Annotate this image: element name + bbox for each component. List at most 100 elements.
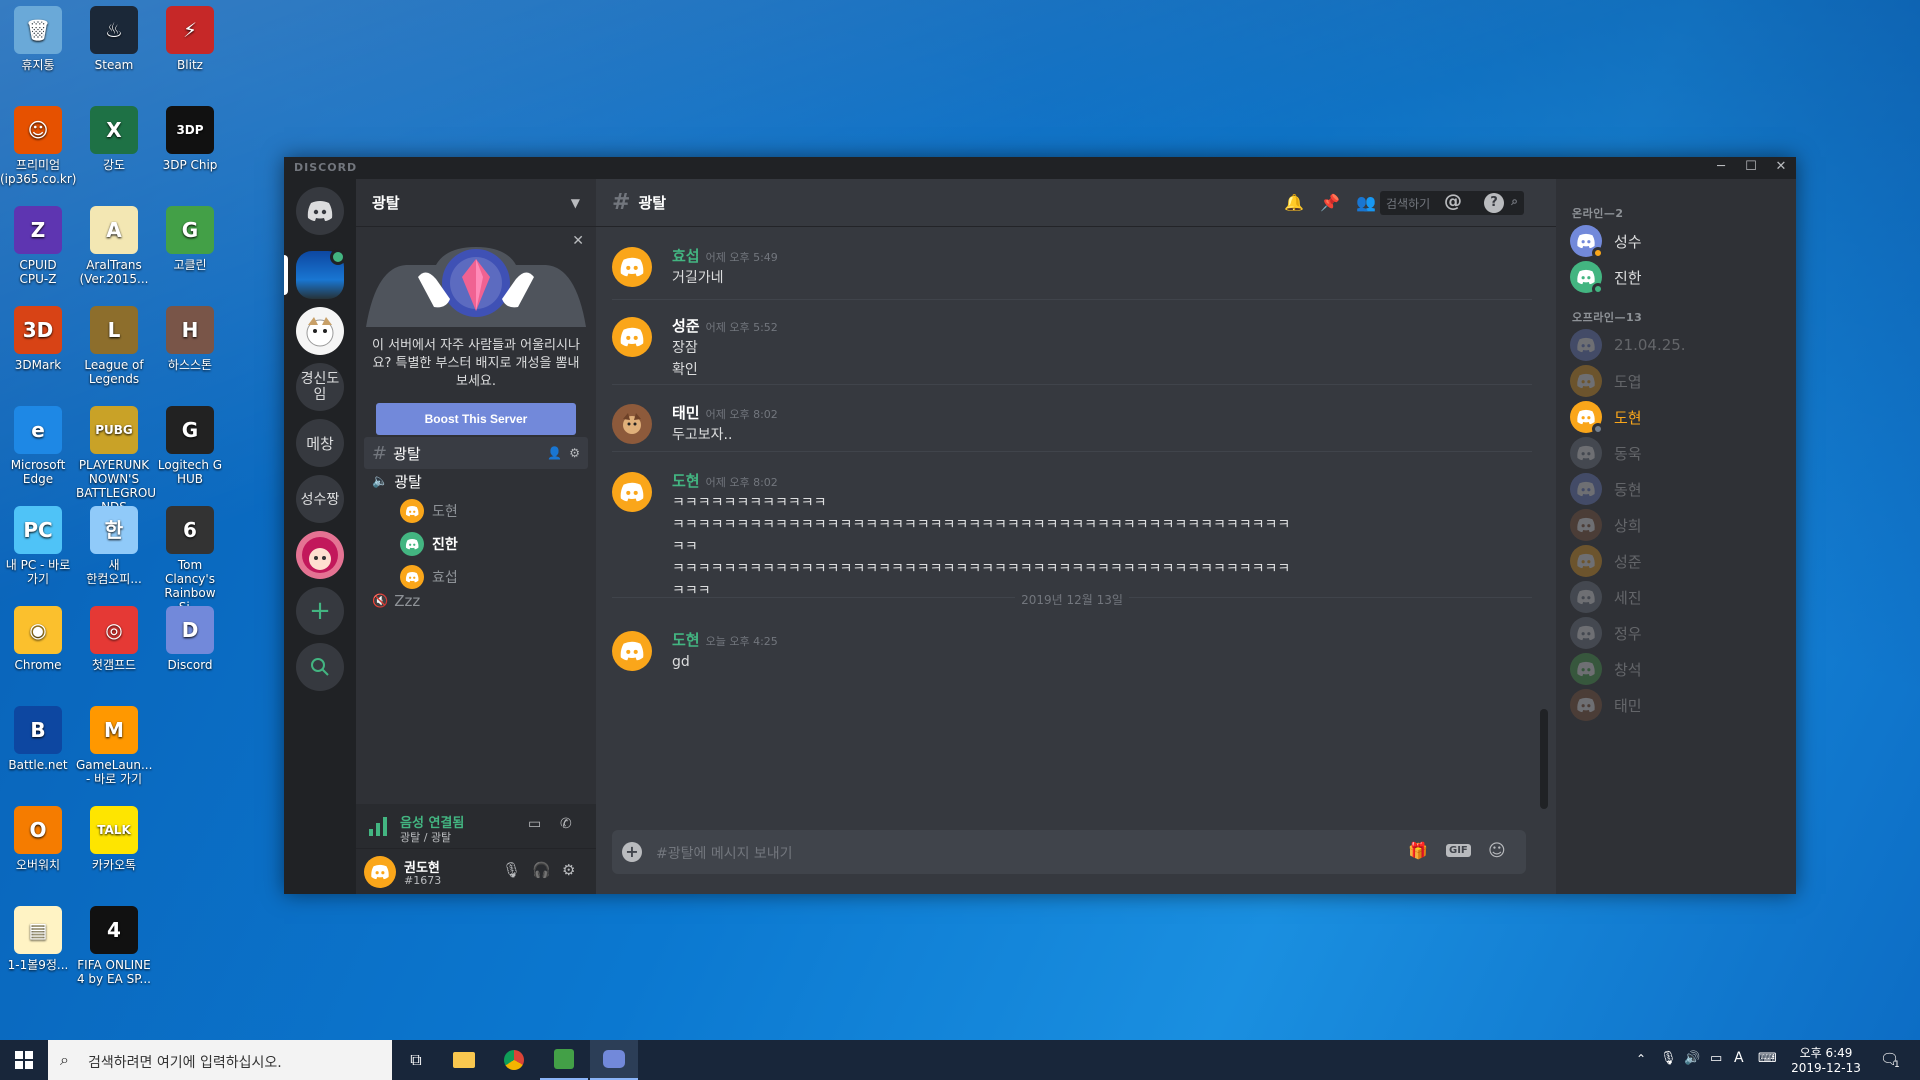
- desktop-icon[interactable]: TALK 카카오톡: [76, 806, 152, 872]
- start-button[interactable]: [0, 1040, 48, 1080]
- emoji-icon[interactable]: ☺: [1488, 841, 1506, 861]
- settings-gear-icon[interactable]: ⚙: [562, 861, 575, 879]
- message-author[interactable]: 효섭: [672, 247, 700, 265]
- voice-channel[interactable]: 🔈 광탈: [364, 465, 588, 497]
- network-icon[interactable]: ▭: [1710, 1051, 1722, 1066]
- upload-icon[interactable]: +: [622, 842, 642, 862]
- avatar[interactable]: [612, 247, 652, 287]
- server-icon-character[interactable]: [296, 307, 344, 355]
- gift-icon[interactable]: 🎁: [1408, 841, 1428, 860]
- desktop-icon[interactable]: H 하스스톤: [152, 306, 228, 372]
- server-icon-current[interactable]: [296, 249, 346, 299]
- avatar[interactable]: [612, 317, 652, 357]
- message-author[interactable]: 태민: [672, 404, 700, 422]
- avatar[interactable]: [364, 856, 396, 888]
- microphone-icon[interactable]: 🎙: [502, 861, 521, 879]
- explore-servers-button[interactable]: [296, 643, 344, 691]
- desktop-icon[interactable]: 🗑 휴지통: [0, 6, 76, 72]
- desktop-icon[interactable]: ♨ Steam: [76, 6, 152, 72]
- file-explorer-icon[interactable]: [440, 1040, 488, 1080]
- minimize-button[interactable]: ─: [1706, 159, 1736, 177]
- desktop-icon[interactable]: PC 내 PC - 바로 가기: [0, 506, 76, 586]
- keyboard-icon[interactable]: ⌨: [1758, 1051, 1777, 1066]
- desktop-icon[interactable]: ▤ 1-1볼9정...: [0, 906, 76, 972]
- gear-icon[interactable]: ⚙: [569, 446, 580, 460]
- add-server-button[interactable]: +: [296, 587, 344, 635]
- message-author[interactable]: 성준: [672, 317, 700, 335]
- server-icon-text-3[interactable]: 성수짱: [296, 475, 344, 523]
- maximize-button[interactable]: ☐: [1736, 159, 1766, 177]
- desktop-icon[interactable]: Z CPUID CPU-Z: [0, 206, 76, 286]
- help-icon[interactable]: ?: [1484, 193, 1504, 213]
- member-item[interactable]: 세진: [1564, 577, 1788, 617]
- bell-icon[interactable]: 🔔: [1284, 193, 1304, 212]
- desktop-icon[interactable]: B Battle.net: [0, 706, 76, 772]
- server-icon-text-1[interactable]: 경신도 임: [296, 363, 344, 411]
- invite-icon[interactable]: 👤: [547, 446, 562, 460]
- voice-user[interactable]: 진한: [400, 532, 458, 556]
- ime-indicator[interactable]: A: [1734, 1050, 1744, 1066]
- desktop-icon[interactable]: X 강도: [76, 106, 152, 172]
- member-item[interactable]: 동욱: [1564, 433, 1788, 473]
- server-icon-text-2[interactable]: 메창: [296, 419, 344, 467]
- member-item[interactable]: 동현: [1564, 469, 1788, 509]
- desktop-icon[interactable]: ⚡ Blitz: [152, 6, 228, 72]
- member-item[interactable]: 태민: [1564, 685, 1788, 725]
- disconnect-icon[interactable]: ✆: [560, 816, 572, 832]
- desktop-icon[interactable]: 6Tom Clancy's Rainbow Si...: [152, 506, 228, 614]
- afk-channel[interactable]: 🔇 Zzz: [364, 585, 588, 617]
- avatar[interactable]: [612, 631, 652, 671]
- desktop-icon[interactable]: ◎ 첫갬프드: [76, 606, 152, 672]
- volume-icon[interactable]: 🔊: [1684, 1051, 1700, 1066]
- server-icon-anime[interactable]: [296, 531, 344, 579]
- members-icon[interactable]: 👥: [1356, 193, 1376, 212]
- boost-server-button[interactable]: Boost This Server: [376, 403, 576, 435]
- avatar[interactable]: [612, 472, 652, 512]
- desktop-icon[interactable]: 한새 한컴오피...: [76, 506, 152, 586]
- mentions-icon[interactable]: @: [1444, 191, 1462, 212]
- desktop-icon[interactable]: 3DP 3DP Chip: [152, 106, 228, 172]
- headphones-icon[interactable]: 🎧: [532, 861, 551, 879]
- desktop-icon[interactable]: M GameLaun... - 바로 가기: [76, 706, 152, 786]
- desktop-icon[interactable]: A AralTrans (Ver.2015...: [76, 206, 152, 286]
- message-author[interactable]: 도현: [672, 631, 700, 649]
- member-item[interactable]: 정우: [1564, 613, 1788, 653]
- cleaner-app-icon[interactable]: [540, 1040, 588, 1080]
- discord-taskbar-icon[interactable]: [590, 1040, 638, 1080]
- clock-date[interactable]: 2019-12-13: [1790, 1061, 1862, 1075]
- member-item[interactable]: 21.04.25.: [1564, 325, 1788, 365]
- task-view-icon[interactable]: ⧉: [392, 1040, 440, 1080]
- member-item[interactable]: 성준: [1564, 541, 1788, 581]
- close-button[interactable]: ✕: [1766, 159, 1796, 177]
- clock-time[interactable]: 오후 6:49: [1794, 1044, 1858, 1061]
- message-input[interactable]: #광탈에 메시지 보내기: [656, 843, 793, 863]
- desktop-icon[interactable]: ☺ 프리미엄 (ip365.co.kr): [0, 106, 76, 186]
- scrollbar[interactable]: [1540, 709, 1548, 809]
- taskbar-search[interactable]: ⌕ 검색하려면 여기에 입력하십시오.: [48, 1040, 392, 1080]
- avatar[interactable]: [612, 404, 652, 444]
- desktop-icon[interactable]: L League of Legends: [76, 306, 152, 386]
- desktop-icon[interactable]: e Microsoft Edge: [0, 406, 76, 486]
- desktop-icon[interactable]: 3D 3DMark: [0, 306, 76, 372]
- desktop-icon[interactable]: G 고클린: [152, 206, 228, 272]
- member-item[interactable]: 상희: [1564, 505, 1788, 545]
- pin-icon[interactable]: 📌: [1320, 193, 1340, 212]
- screen-share-icon[interactable]: ▭: [528, 816, 541, 832]
- member-item[interactable]: 진한: [1564, 257, 1788, 297]
- desktop-icon[interactable]: 4 FIFA ONLINE 4 by EA SP...: [76, 906, 152, 986]
- member-item[interactable]: 창석: [1564, 649, 1788, 689]
- member-item[interactable]: 도현: [1564, 397, 1788, 437]
- member-item[interactable]: 도엽: [1564, 361, 1788, 401]
- desktop-icon[interactable]: O 오버워치: [0, 806, 76, 872]
- desktop-icon[interactable]: G Logitech G HUB: [152, 406, 228, 486]
- close-icon[interactable]: ✕: [572, 233, 584, 249]
- microphone-tray-icon[interactable]: 🎙: [1660, 1051, 1677, 1066]
- message-author[interactable]: 도현: [672, 472, 700, 490]
- chevron-up-icon[interactable]: ⌃: [1636, 1052, 1646, 1066]
- server-header[interactable]: 광탈 ▼: [356, 179, 596, 227]
- gif-button[interactable]: GIF: [1446, 844, 1471, 857]
- chrome-icon[interactable]: [490, 1040, 538, 1080]
- home-button[interactable]: [296, 187, 344, 235]
- desktop-icon[interactable]: PUBGPLAYERUNK NOWN'S BATTLEGROU NDS: [76, 406, 156, 514]
- desktop-icon[interactable]: ◉ Chrome: [0, 606, 76, 672]
